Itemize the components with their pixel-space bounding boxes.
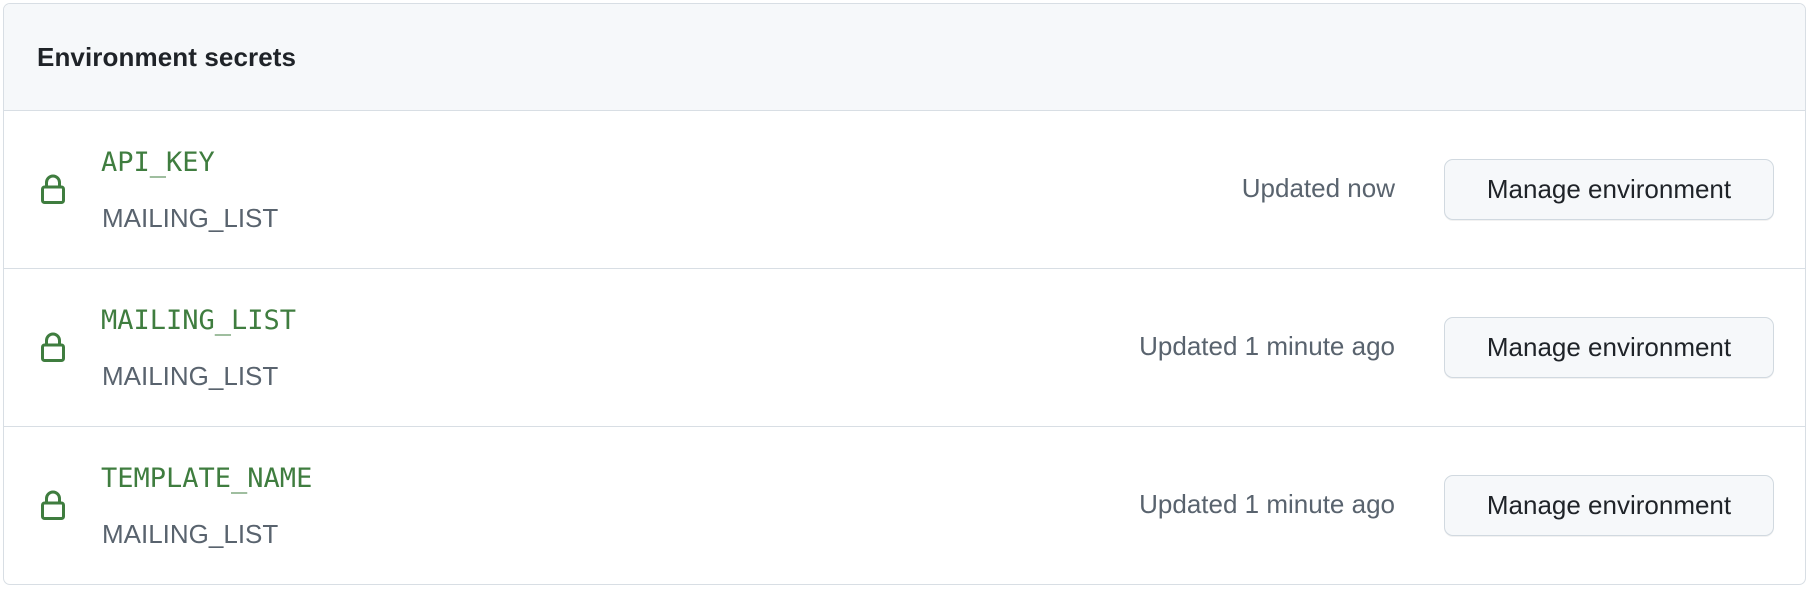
secret-name: TEMPLATE_NAME	[101, 463, 313, 494]
environment-secrets-panel: Environment secrets API_KEY MAILING_LIST…	[3, 3, 1806, 585]
lock-icon	[40, 173, 66, 205]
updated-timestamp: Updated 1 minute ago	[1139, 331, 1395, 361]
secret-environment: MAILING_LIST	[102, 361, 279, 391]
lock-icon	[40, 489, 66, 521]
secret-row: API_KEY MAILING_LIST Updated now Manage …	[4, 111, 1805, 269]
secret-name: MAILING_LIST	[101, 305, 297, 336]
secret-environment: MAILING_LIST	[102, 519, 279, 549]
lock-icon	[40, 331, 66, 363]
secret-row: TEMPLATE_NAME MAILING_LIST Updated 1 min…	[4, 427, 1805, 584]
manage-environment-button[interactable]: Manage environment	[1444, 475, 1774, 536]
secret-name: API_KEY	[101, 147, 215, 178]
updated-timestamp: Updated 1 minute ago	[1139, 489, 1395, 519]
updated-timestamp: Updated now	[1241, 173, 1395, 203]
panel-header: Environment secrets	[4, 4, 1805, 111]
manage-environment-button[interactable]: Manage environment	[1444, 159, 1774, 220]
panel-title: Environment secrets	[37, 41, 297, 72]
secret-environment: MAILING_LIST	[102, 203, 279, 233]
secret-row: MAILING_LIST MAILING_LIST Updated 1 minu…	[4, 269, 1805, 427]
manage-environment-button[interactable]: Manage environment	[1444, 317, 1774, 378]
